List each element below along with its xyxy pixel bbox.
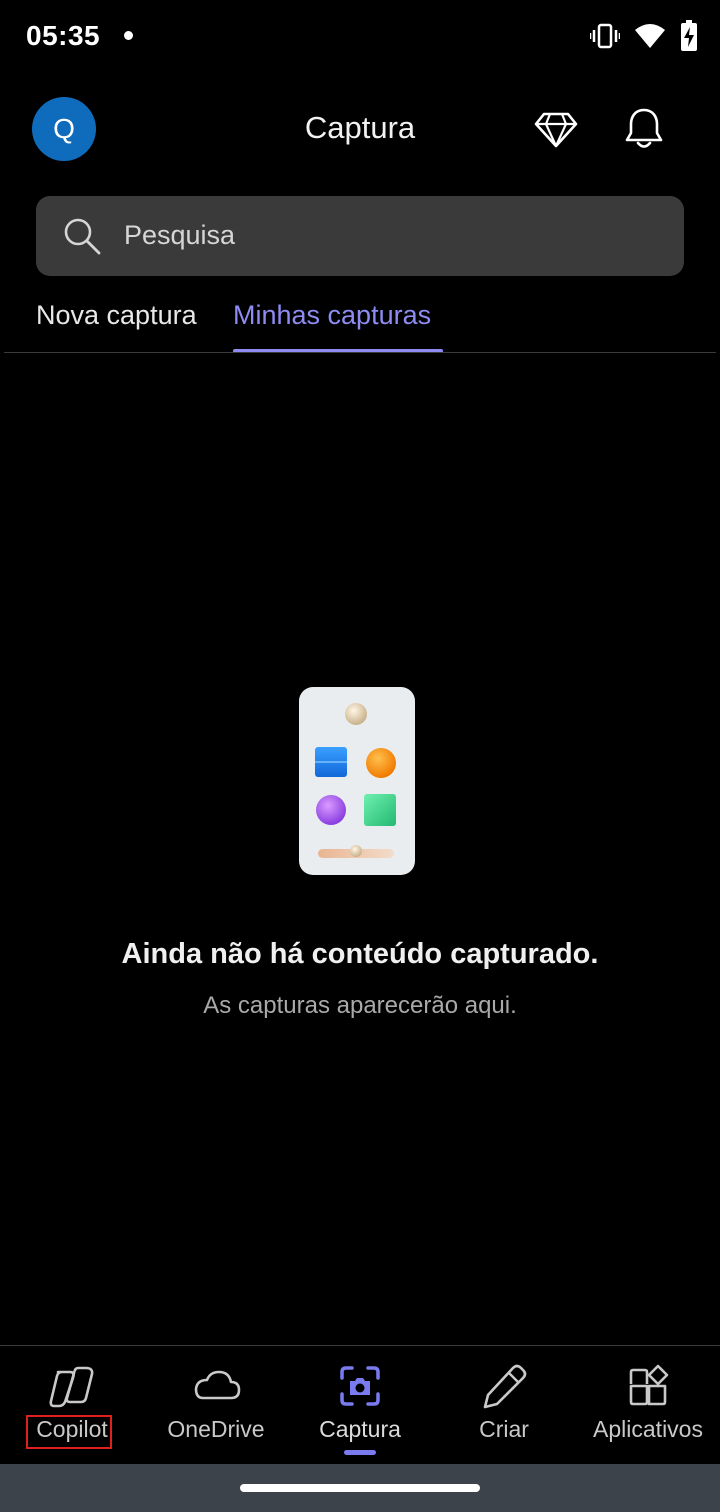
search-icon xyxy=(64,218,101,255)
nav-label-criar: Criar xyxy=(479,1416,529,1442)
search-input[interactable]: Pesquisa xyxy=(124,220,235,251)
nav-label-captura: Captura xyxy=(319,1416,401,1442)
apps-icon xyxy=(629,1364,669,1406)
home-gesture-handle[interactable] xyxy=(240,1484,480,1492)
nav-label-aplicativos: Aplicativos xyxy=(593,1416,703,1442)
status-icons xyxy=(590,20,698,52)
vibrate-icon xyxy=(590,23,620,49)
nav-label-onedrive: OneDrive xyxy=(167,1416,265,1442)
tab-minhas-capturas[interactable]: Minhas capturas xyxy=(233,300,431,331)
tab-nova-captura[interactable]: Nova captura xyxy=(36,300,197,331)
pen-icon xyxy=(483,1364,527,1409)
nav-item-onedrive[interactable]: OneDrive xyxy=(144,1346,288,1464)
empty-state-title: Ainda não há conteúdo capturado. xyxy=(121,938,599,970)
empty-captures-illustration xyxy=(299,687,415,875)
notification-dot xyxy=(124,31,133,40)
tabs-divider xyxy=(4,352,716,353)
status-time: 05:35 xyxy=(26,20,101,51)
battery-charging-icon xyxy=(681,20,697,51)
copilot-highlight-box xyxy=(26,1415,112,1449)
nav-item-aplicativos[interactable]: Aplicativos xyxy=(576,1346,720,1464)
page-title: Captura xyxy=(304,110,416,145)
gesture-navigation-bar xyxy=(0,1464,720,1512)
camera-capture-icon xyxy=(340,1366,380,1406)
empty-state-subtitle: As capturas aparecerão aqui. xyxy=(203,992,517,1019)
tab-bar: Nova captura Minhas capturas xyxy=(0,292,720,354)
cloud-icon xyxy=(194,1370,241,1400)
nav-item-captura[interactable]: Captura xyxy=(288,1346,432,1464)
notification-bell-icon[interactable] xyxy=(620,104,668,152)
active-nav-indicator xyxy=(344,1450,376,1455)
wifi-icon xyxy=(635,24,665,48)
app-header: Q Captura xyxy=(0,88,720,168)
search-box[interactable]: Pesquisa xyxy=(36,196,684,276)
nav-item-criar[interactable]: Criar xyxy=(432,1346,576,1464)
premium-diamond-icon[interactable] xyxy=(532,104,580,152)
copilot-icon xyxy=(49,1366,94,1408)
status-bar: 05:35 xyxy=(0,0,720,72)
